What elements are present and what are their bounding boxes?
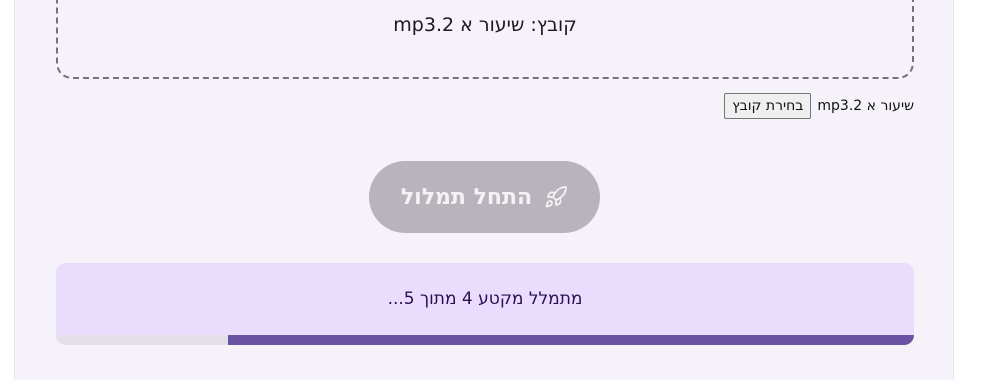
progress-panel: מתמלל מקטע 4 מתוך 5... — [56, 263, 914, 345]
file-dropzone[interactable]: קובץ: שיעור א mp3.2 — [56, 0, 914, 79]
rocket-icon — [545, 186, 568, 208]
selected-file-name: שיעור א mp3.2 — [817, 98, 914, 114]
choose-file-button[interactable]: בחירת קובץ — [724, 93, 812, 119]
file-input[interactable]: בחירת קובץ שיעור א mp3.2 — [724, 93, 914, 119]
start-transcription-button[interactable]: התחל תמלול — [369, 161, 600, 233]
progress-bar — [56, 335, 914, 345]
start-button-label: התחל תמלול — [400, 184, 533, 210]
progress-bar-fill — [227, 335, 914, 345]
dropzone-file-label: קובץ: שיעור א mp3.2 — [393, 14, 577, 36]
progress-status-text: מתמלל מקטע 4 מתוך 5... — [387, 289, 583, 309]
